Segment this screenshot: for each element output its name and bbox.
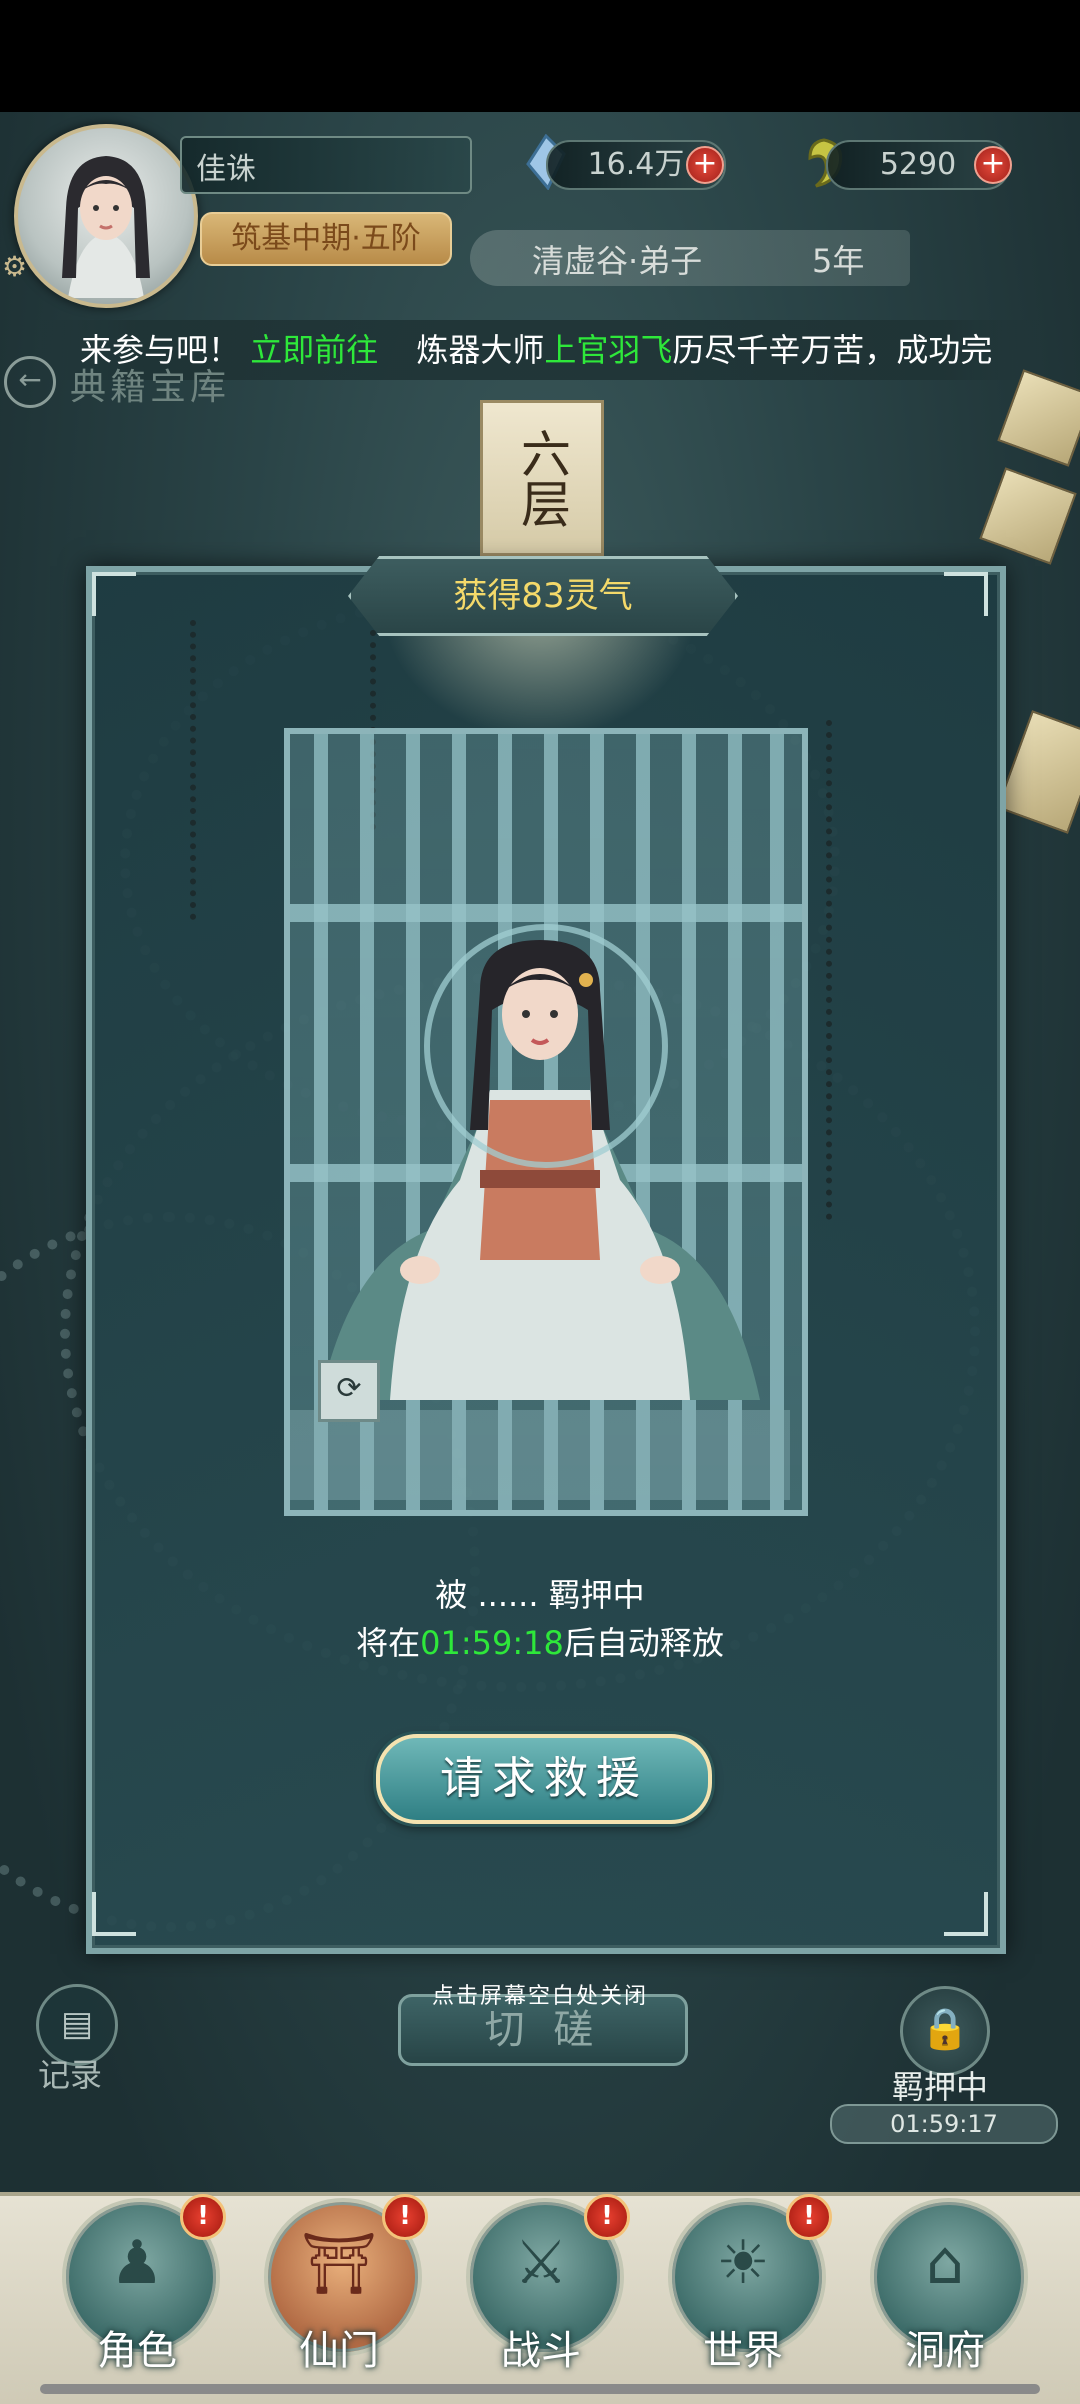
sword-icon: ⚔ (514, 2228, 568, 2298)
library-title: 典籍宝库 (70, 367, 231, 408)
alert-badge-icon: ! (786, 2194, 832, 2240)
world-icon: ☀ (716, 2228, 770, 2298)
auto-release-text: 将在01:59:18后自动释放 (86, 1618, 994, 1664)
alert-badge-icon: ! (180, 2194, 226, 2240)
marquee-link[interactable]: 立即前往 (250, 331, 378, 369)
alert-badge-icon: ! (584, 2194, 630, 2240)
marquee-text-3: 历尽千辛万苦，成功完 (672, 331, 993, 369)
player-avatar[interactable] (14, 124, 198, 308)
release-prefix: 将在 (356, 1624, 421, 1662)
reward-banner: 获得83灵气 (348, 556, 738, 636)
status-bar (0, 0, 1080, 112)
modal-corner-ornament (92, 572, 136, 616)
detained-label: 羁押中 (892, 2068, 989, 2106)
sect-title: 清虚谷·弟子 (532, 242, 703, 280)
nav-world-label: 世界 (703, 2328, 783, 2374)
add-spirit-stone-button[interactable]: + (686, 146, 724, 184)
player-name: 佳诛 (196, 152, 256, 187)
hanging-chain (190, 620, 208, 920)
back-arrow-icon[interactable]: ← (4, 356, 56, 408)
rotate-view-icon[interactable]: ⟳ (318, 1360, 380, 1422)
nav-character[interactable]: ♟ ! 角色 (52, 2194, 226, 2378)
cage-base (290, 1410, 790, 1500)
pavilion-icon: ⌂ (925, 2228, 965, 2298)
add-jade-button[interactable]: + (974, 146, 1012, 184)
character-icon: ♟ (110, 2228, 164, 2298)
nav-battle[interactable]: ⚔ ! 战斗 (456, 2194, 630, 2378)
record-label[interactable]: 记录 (38, 2050, 102, 2096)
detained-timer: 01:59:17 (830, 2104, 1058, 2144)
nav-battle-label: 战斗 (501, 2328, 581, 2374)
modal-corner-ornament (944, 1892, 988, 1936)
floor-plaque: 六层 (480, 400, 604, 556)
home-indicator[interactable] (40, 2384, 1040, 2394)
marquee-text-2: 炼器大师 (416, 331, 545, 369)
sect-years: 5年 (812, 242, 865, 280)
nav-cave-abode[interactable]: ⌂ 洞府 (860, 2198, 1030, 2378)
settings-gear-icon[interactable]: ⚙ (2, 250, 27, 283)
nav-character-label: 角色 (97, 2328, 177, 2374)
release-countdown: 01:59:18 (420, 1624, 564, 1662)
close-hint-text: 点击屏幕空白处关闭 (431, 1984, 648, 2009)
request-rescue-button[interactable]: 请求救援 (376, 1734, 712, 1824)
nav-sect-label: 仙门 (299, 2328, 379, 2374)
alert-badge-icon: ! (382, 2194, 428, 2240)
nav-cave-label: 洞府 (905, 2328, 985, 2374)
modal-corner-ornament (944, 572, 988, 616)
sect-banner-icon: ⛩ (300, 2229, 378, 2299)
modal-corner-ornament (92, 1892, 136, 1936)
release-suffix: 后自动释放 (563, 1624, 724, 1662)
cage-ring-halo (424, 924, 668, 1168)
nav-world[interactable]: ☀ ! 世界 (658, 2194, 832, 2378)
hanging-chain (826, 720, 844, 1220)
nav-sect[interactable]: ⛩ ! 仙门 (254, 2194, 428, 2378)
marquee-player-name: 上官羽飞 (544, 331, 673, 369)
cultivation-rank-badge: 筑基中期·五阶 (200, 212, 452, 266)
captive-status-text: 被 ...... 羁押中 (435, 1576, 645, 1614)
